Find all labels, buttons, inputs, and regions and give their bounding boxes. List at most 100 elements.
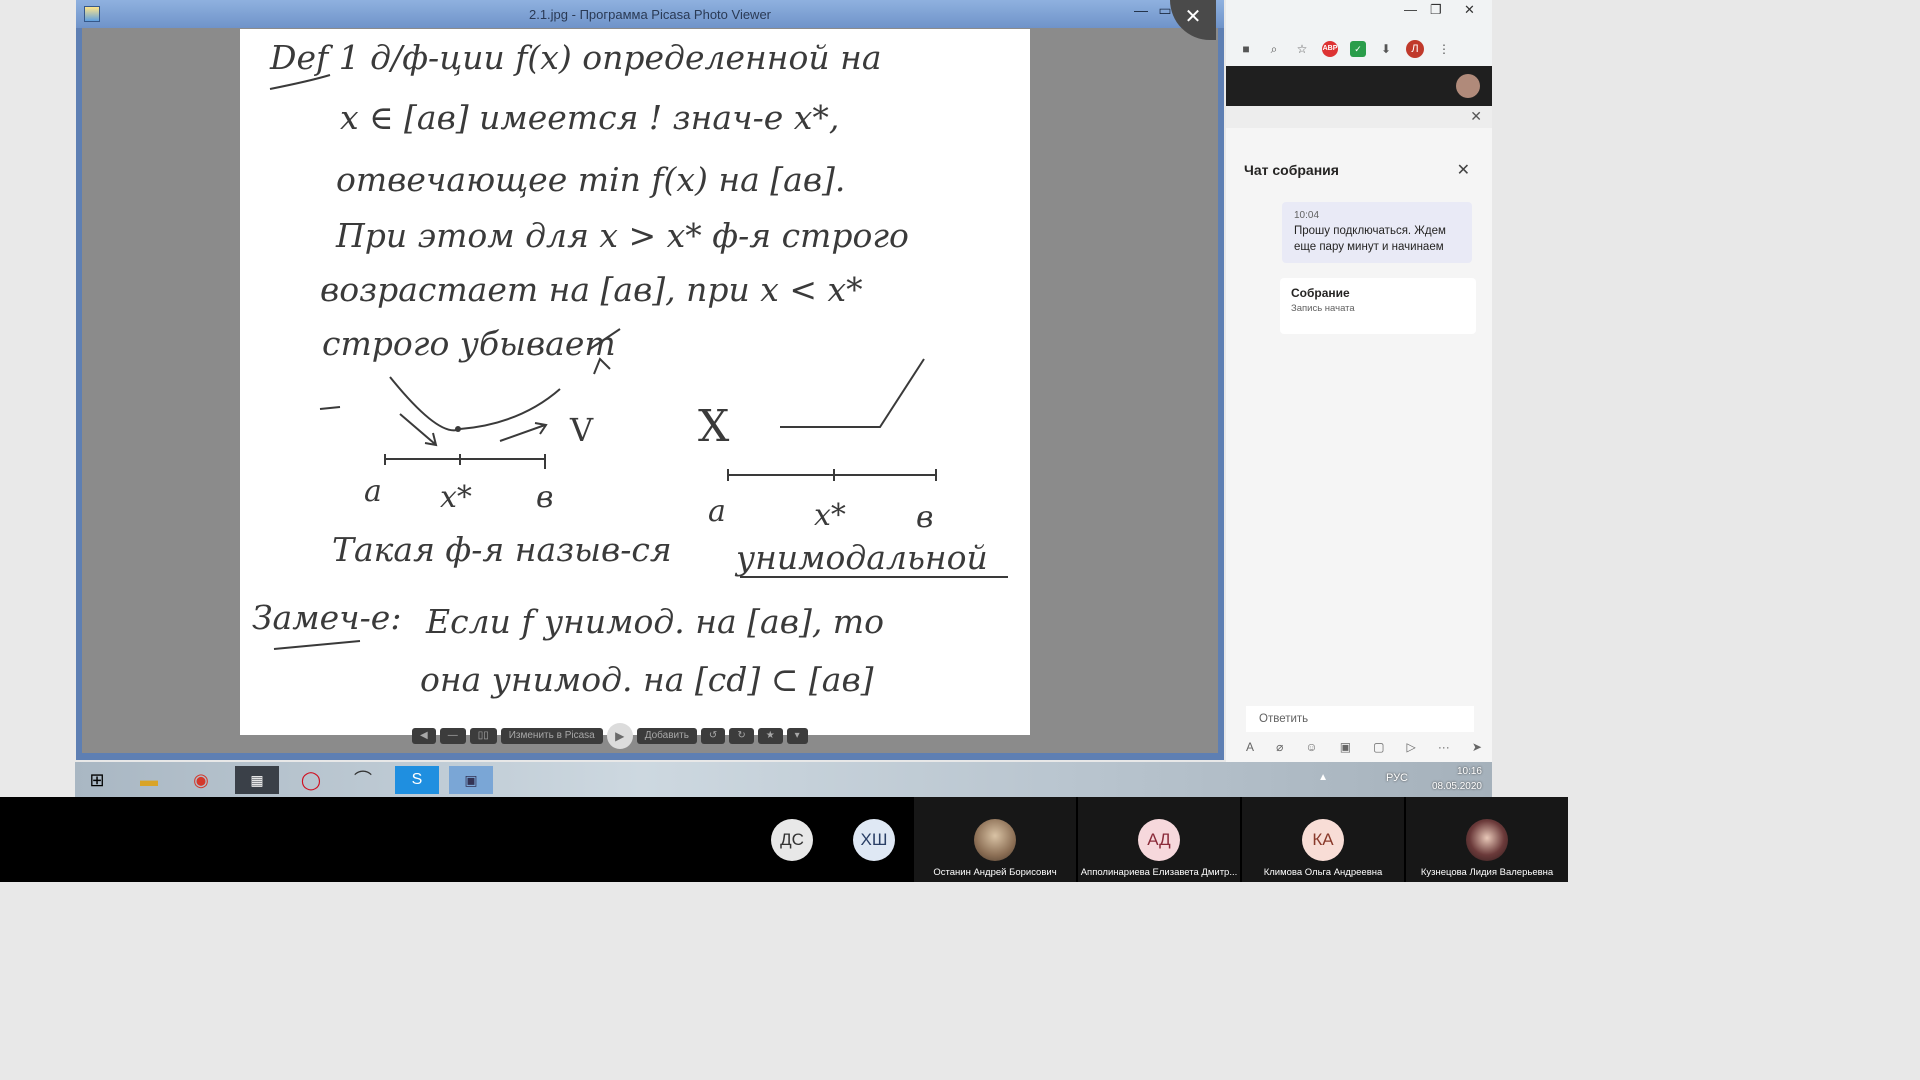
participant-tile[interactable]: АД Апполинариева Елизавета Дмитр... [1078, 797, 1240, 882]
star-button[interactable]: ★ [757, 728, 783, 744]
more-icon[interactable]: ··· [1438, 740, 1450, 754]
back-arrow-button[interactable]: ◀ [412, 728, 436, 744]
add-button[interactable]: Добавить [636, 728, 697, 744]
participant-tile[interactable]: Кузнецова Лидия Валерьевна [1406, 797, 1568, 882]
rotate-right-button[interactable]: ↻ [729, 728, 754, 744]
notes-canvas: Def 1 д/ф-ции f(x) определенной на x ∈ [… [252, 38, 1008, 699]
browser-restore-button[interactable]: ❐ [1430, 2, 1442, 18]
tray-expand-icon[interactable]: ▲ [1318, 772, 1328, 783]
browser-toolbar: — ❐ ✕ ■ ⌕ ☆ ABP ✓ ⬇ Л ⋮ [1226, 0, 1492, 66]
participant-name: Кузнецова Лидия Валерьевна [1420, 867, 1554, 878]
clock-date: 08.05.2020 [1431, 781, 1482, 792]
attach-icon[interactable]: ⌀ [1276, 740, 1283, 754]
participant-photo-avatar [1466, 819, 1508, 861]
participant-tile[interactable]: ХШ [834, 797, 914, 882]
emoji-icon[interactable]: ☺ [1305, 740, 1317, 754]
participant-name: Останин Андрей Борисович [933, 867, 1057, 878]
message-time: 10:04 [1294, 210, 1320, 221]
event-title: Собрание [1291, 286, 1350, 300]
send-icon[interactable]: ➤ [1472, 740, 1482, 754]
reply-input[interactable]: Ответить [1246, 706, 1474, 732]
user-avatar[interactable] [1456, 74, 1480, 98]
notes-unimodal-word: унимодальной [734, 538, 988, 577]
zoom-button[interactable]: — [439, 728, 466, 744]
min-point-dot [455, 426, 461, 432]
chrome-icon[interactable]: ◉ [179, 766, 223, 794]
window-title: 2.1.jpg - Программа Picasa Photo Viewer [528, 7, 772, 22]
start-icon[interactable]: ⊞ [75, 766, 119, 794]
participant-tile[interactable]: Останин Андрей Борисович [914, 797, 1076, 882]
handwritten-notes-photo: Def 1 д/ф-ции f(x) определенной на x ∈ [… [240, 29, 1030, 735]
headset-icon[interactable]: ⌒ [341, 766, 385, 794]
notes-line-8: Если f унимод. на [ав], то [425, 602, 884, 641]
cross-mark: X [698, 401, 730, 452]
participant-name: Климова Ольга Андреевна [1263, 867, 1383, 878]
chat-close-icon[interactable]: ✕ [1457, 160, 1470, 180]
notes-line-2: x ∈ [ав] имеется ! знач-е x*, [340, 98, 839, 137]
clock[interactable]: 10:16 08.05.2020 [1432, 764, 1482, 794]
notes-line-9: она унимод. на [cd] ⊂ [ав] [420, 660, 874, 699]
star-icon[interactable]: ☆ [1294, 41, 1310, 57]
opera-icon[interactable]: ◯ [289, 766, 333, 794]
teams-header [1226, 66, 1492, 106]
participants-strip: ДС ХШ Останин Андрей Борисович АД Апполи… [0, 797, 1568, 882]
axis1-label-a: a [364, 474, 382, 509]
app-grid-icon[interactable]: ▦ [235, 766, 279, 794]
window-titlebar[interactable]: 2.1.jpg - Программа Picasa Photo Viewer … [76, 0, 1224, 28]
notes-line-6: строго убывает [322, 324, 616, 363]
participant-initials-avatar: ХШ [853, 819, 895, 861]
meeting-event-card: Собрание Запись начата [1280, 278, 1476, 334]
play-slideshow-button[interactable]: ▶ [606, 723, 633, 749]
picasa-window: 2.1.jpg - Программа Picasa Photo Viewer … [76, 0, 1224, 760]
adblock-icon[interactable]: ABP [1322, 41, 1338, 57]
skype-icon[interactable]: S [395, 766, 439, 794]
desktop-background [0, 0, 76, 797]
browser-close-button[interactable]: ✕ [1464, 2, 1475, 18]
message-text: Прошу подключаться. Ждем еще пару минут … [1294, 225, 1446, 253]
notes-remark-label: Замеч-е: [252, 598, 401, 637]
file-explorer-icon[interactable]: ▬ [127, 766, 171, 794]
teams-side-panel: — ❐ ✕ ■ ⌕ ☆ ABP ✓ ⬇ Л ⋮ ✕ Чат собрания ✕… [1226, 0, 1492, 762]
photo-viewer-area: Def 1 д/ф-ции f(x) определенной на x ∈ [… [82, 28, 1218, 753]
extension-check-icon[interactable]: ✓ [1350, 41, 1366, 57]
axis1-label-xstar: x* [440, 480, 472, 515]
gif-icon[interactable]: ▣ [1340, 740, 1351, 754]
fit-button[interactable]: ▯▯ [469, 728, 497, 744]
participant-tile[interactable]: КА Климова Ольга Андреевна [1242, 797, 1404, 882]
notes-heading: Def 1 д/ф-ции f(x) определенной на [269, 38, 882, 77]
participant-tile[interactable]: ДС [752, 797, 832, 882]
edit-in-picasa-button[interactable]: Изменить в Picasa [500, 728, 603, 744]
notes-line-4: При этом для x > x* ф-я строго [335, 216, 909, 255]
sticker-icon[interactable]: ▢ [1373, 740, 1384, 754]
camera-icon[interactable]: ■ [1238, 41, 1254, 57]
minimize-button[interactable]: — [1128, 0, 1154, 20]
stream-icon[interactable]: ▷ [1407, 740, 1416, 754]
windows-taskbar: ⊞ ▬ ◉ ▦ ◯ ⌒ S ▣ ▲ РУС 10:16 08.05.2020 [75, 762, 1492, 797]
notes-line-3: отвечающее min f(x) на [ав]. [336, 160, 845, 199]
notes-line-5: возрастает на [ав], при x < x* [320, 270, 863, 309]
notes-line-7: Такая ф-я назыв-ся [332, 530, 672, 569]
axis2-label-xstar: x* [814, 498, 846, 533]
clock-time: 10:16 [1456, 766, 1482, 777]
zoom-icon[interactable]: ⌕ [1266, 41, 1282, 57]
picasa-taskbar-icon[interactable]: ▣ [449, 766, 493, 794]
format-icon[interactable]: A [1246, 740, 1254, 754]
download-icon[interactable]: ⬇ [1378, 41, 1394, 57]
strip-close-icon[interactable]: ✕ [1470, 108, 1482, 125]
participant-initials-avatar: КА [1302, 819, 1344, 861]
axis2-label-a: a [708, 494, 726, 529]
picasa-toolbar: ◀ — ▯▯ Изменить в Picasa ▶ Добавить ↺ ↻ … [412, 723, 892, 749]
axis2-label-b: в [916, 500, 933, 535]
participant-initials-avatar: ДС [771, 819, 813, 861]
profile-avatar[interactable]: Л [1406, 40, 1424, 58]
rotate-left-button[interactable]: ↺ [700, 728, 726, 744]
participant-initials-avatar: АД [1138, 819, 1180, 861]
more-dropdown-button[interactable]: ▾ [786, 728, 808, 744]
participant-name: Апполинариева Елизавета Дмитр... [1080, 867, 1238, 878]
notification-strip: ✕ [1226, 106, 1492, 128]
chat-title: Чат собрания [1244, 162, 1339, 178]
browser-minimize-button[interactable]: — [1404, 2, 1417, 17]
chat-message: 10:04 Прошу подключаться. Ждем еще пару … [1282, 202, 1472, 263]
menu-dots-icon[interactable]: ⋮ [1436, 41, 1452, 57]
input-language[interactable]: РУС [1386, 772, 1408, 784]
